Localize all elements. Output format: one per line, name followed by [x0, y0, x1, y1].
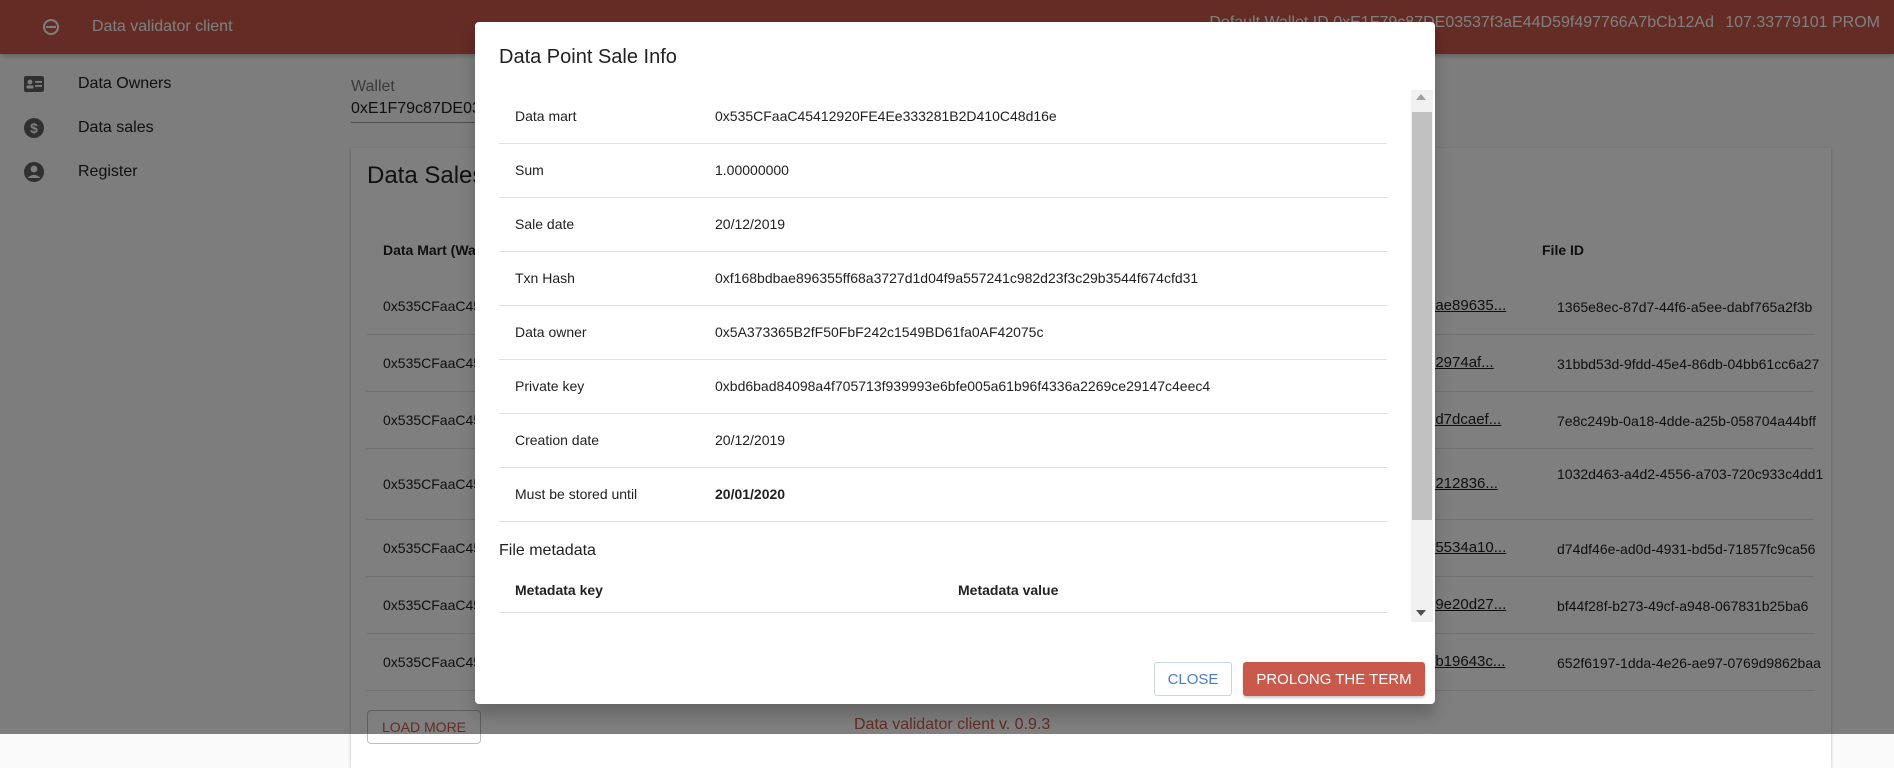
info-value: 20/01/2020: [715, 486, 786, 502]
info-key: Txn Hash: [515, 270, 575, 286]
sale-info-dialog: Data Point Sale Info Data mart 0x535CFaa…: [475, 22, 1435, 704]
info-row-sum: Sum 1.00000000: [499, 144, 1387, 198]
info-value: 1.00000000: [715, 162, 789, 178]
info-value: 0x5A373365B2fF50FbF242c1549BD61fa0AF4207…: [715, 324, 1044, 340]
metadata-value-header: Metadata value: [958, 582, 1059, 598]
info-key: Sale date: [515, 216, 575, 232]
metadata-section-title: File metadata: [499, 542, 596, 559]
info-row-stored-until: Must be stored until 20/01/2020: [499, 468, 1387, 522]
info-value: 20/12/2019: [715, 216, 786, 232]
info-value: 0xbd6bad84098a4f705713f939993e6bfe005a61…: [715, 378, 1211, 394]
info-key: Data owner: [515, 324, 587, 340]
info-value: 0xf168bdbae896355ff68a3727d1d04f9a557241…: [715, 270, 1199, 286]
metadata-table-header: Metadata key Metadata value: [499, 566, 1387, 613]
info-value: 0x535CFaaC45412920FE4Ee333281B2D410C48d1…: [715, 108, 1057, 124]
info-key: Must be stored until: [515, 486, 638, 502]
scroll-thumb[interactable]: [1412, 112, 1432, 520]
info-row-creation-date: Creation date 20/12/2019: [499, 414, 1387, 468]
info-key: Data mart: [515, 108, 577, 124]
info-key: Sum: [515, 162, 544, 178]
dialog-title: Data Point Sale Info: [499, 46, 677, 68]
info-key: Private key: [515, 378, 585, 394]
info-row-data-owner: Data owner 0x5A373365B2fF50FbF242c1549BD…: [499, 306, 1387, 360]
dialog-scrollbar[interactable]: [1411, 90, 1433, 622]
metadata-key-header: Metadata key: [515, 582, 603, 598]
scroll-down-arrow-icon[interactable]: [1416, 610, 1426, 616]
close-button[interactable]: CLOSE: [1154, 662, 1232, 696]
info-value: 20/12/2019: [715, 432, 786, 448]
info-row-private-key: Private key 0xbd6bad84098a4f705713f93999…: [499, 360, 1387, 414]
info-key: Creation date: [515, 432, 600, 448]
dialog-content: Data mart 0x535CFaaC45412920FE4Ee333281B…: [499, 90, 1387, 622]
prolong-term-button[interactable]: PROLONG THE TERM: [1243, 662, 1425, 696]
info-row-txn-hash: Txn Hash 0xf168bdbae896355ff68a3727d1d04…: [499, 252, 1387, 306]
info-row-sale-date: Sale date 20/12/2019: [499, 198, 1387, 252]
info-row-data-mart: Data mart 0x535CFaaC45412920FE4Ee333281B…: [499, 90, 1387, 144]
scroll-up-arrow-icon[interactable]: [1416, 94, 1426, 100]
